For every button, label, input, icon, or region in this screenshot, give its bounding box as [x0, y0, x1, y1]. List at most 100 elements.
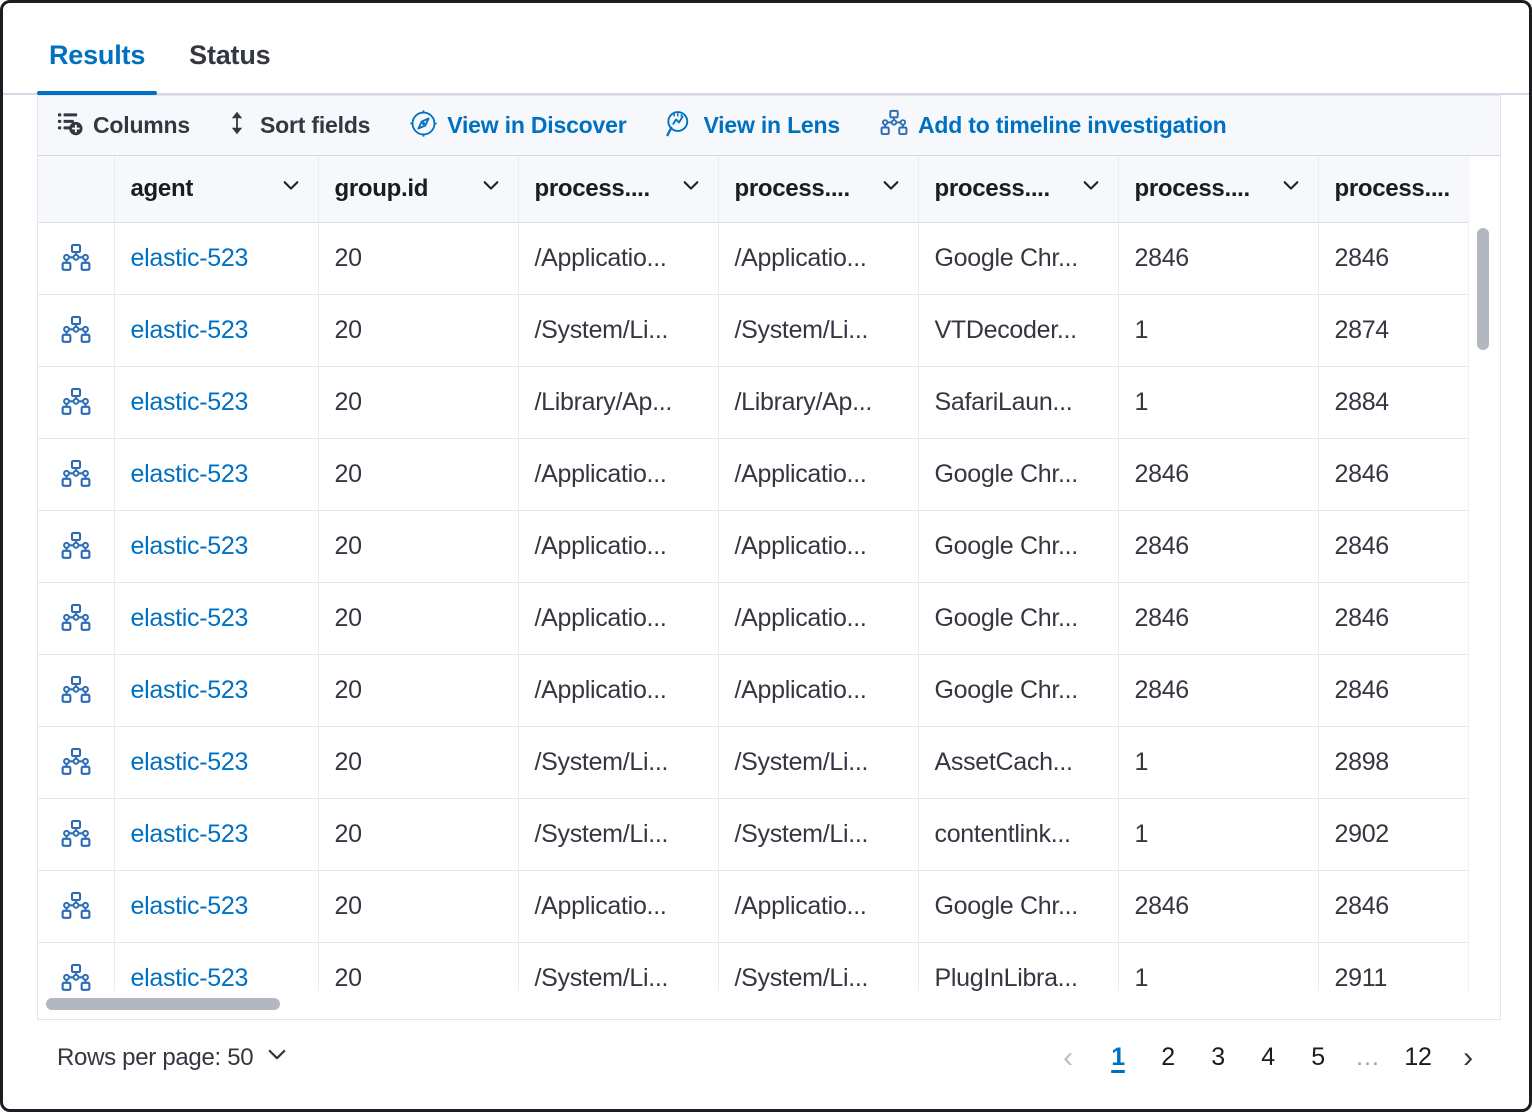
cell-process-5: 2846 — [1318, 510, 1470, 582]
cell-process-2: /System/Li... — [718, 798, 918, 870]
analyzer-node-icon[interactable] — [38, 367, 114, 438]
table-row[interactable]: elastic-52320/Applicatio.../Applicatio..… — [38, 870, 1470, 942]
cell-group-id: 20 — [318, 726, 518, 798]
analyzer-node-icon[interactable] — [38, 871, 114, 942]
cell-group-id: 20 — [318, 870, 518, 942]
analyzer-node-icon[interactable] — [38, 583, 114, 654]
row-analyzer-cell[interactable] — [38, 654, 114, 726]
cell-agent: elastic-523 — [114, 510, 318, 582]
table-row[interactable]: elastic-52320/Library/Ap.../Library/Ap..… — [38, 366, 1470, 438]
view-in-lens-button[interactable]: View in Lens — [657, 105, 849, 147]
row-analyzer-cell[interactable] — [38, 582, 114, 654]
header-process-4[interactable]: process.... — [1118, 156, 1318, 222]
cell-process-1: /System/Li... — [518, 294, 718, 366]
vertical-scrollbar-thumb[interactable] — [1477, 228, 1489, 350]
row-analyzer-cell[interactable] — [38, 510, 114, 582]
agent-link[interactable]: elastic-523 — [131, 460, 249, 488]
analyzer-node-icon[interactable] — [38, 655, 114, 726]
analyzer-node-icon[interactable] — [38, 439, 114, 510]
pagination-page-1[interactable]: 1 — [1095, 1033, 1141, 1083]
cell-process-3: SafariLaun... — [918, 366, 1118, 438]
agent-link[interactable]: elastic-523 — [131, 748, 249, 776]
cell-group-id: 20 — [318, 438, 518, 510]
header-process-3[interactable]: process.... — [918, 156, 1118, 222]
cell-process-5: 2846 — [1318, 654, 1470, 726]
cell-process-1: /Applicatio... — [518, 870, 718, 942]
cell-process-1: /Applicatio... — [518, 438, 718, 510]
cell-agent: elastic-523 — [114, 582, 318, 654]
table-row[interactable]: elastic-52320/System/Li.../System/Li...A… — [38, 726, 1470, 798]
columns-button[interactable]: Columns — [48, 105, 199, 147]
pagination-page-12[interactable]: 12 — [1395, 1033, 1441, 1083]
rows-per-page-button[interactable]: Rows per page: 50 — [49, 1036, 297, 1079]
add-to-timeline-button[interactable]: Add to timeline investigation — [871, 105, 1236, 147]
sort-fields-button[interactable]: Sort fields — [215, 105, 379, 147]
agent-link[interactable]: elastic-523 — [131, 316, 249, 344]
table-row[interactable]: elastic-52320/Applicatio.../Applicatio..… — [38, 582, 1470, 654]
horizontal-scrollbar-thumb[interactable] — [46, 998, 280, 1010]
row-analyzer-cell[interactable] — [38, 294, 114, 366]
cell-agent: elastic-523 — [114, 438, 318, 510]
header-process-1[interactable]: process.... — [518, 156, 718, 222]
cell-process-2: /Applicatio... — [718, 582, 918, 654]
agent-link[interactable]: elastic-523 — [131, 892, 249, 920]
cell-process-1: /Applicatio... — [518, 654, 718, 726]
chevron-down-icon[interactable] — [480, 174, 502, 203]
chevron-down-icon[interactable] — [680, 174, 702, 203]
chevron-down-icon[interactable] — [1280, 174, 1302, 203]
row-analyzer-cell[interactable] — [38, 870, 114, 942]
row-analyzer-cell[interactable] — [38, 726, 114, 798]
agent-link[interactable]: elastic-523 — [131, 820, 249, 848]
agent-link[interactable]: elastic-523 — [131, 388, 249, 416]
tab-bar: Results Status — [3, 3, 1532, 95]
table-row[interactable]: elastic-52320/Applicatio.../Applicatio..… — [38, 654, 1470, 726]
analyzer-node-icon[interactable] — [38, 223, 114, 294]
pagination-page-5[interactable]: 5 — [1295, 1033, 1341, 1083]
table-row[interactable]: elastic-52320/System/Li.../System/Li...c… — [38, 798, 1470, 870]
cell-process-1: /Applicatio... — [518, 582, 718, 654]
pagination-page-3[interactable]: 3 — [1195, 1033, 1241, 1083]
row-analyzer-cell[interactable] — [38, 438, 114, 510]
header-process-2[interactable]: process.... — [718, 156, 918, 222]
row-analyzer-cell[interactable] — [38, 798, 114, 870]
cell-process-3: Google Chr... — [918, 654, 1118, 726]
pagination-page-4[interactable]: 4 — [1245, 1033, 1291, 1083]
table-row[interactable]: elastic-52320/Applicatio.../Applicatio..… — [38, 222, 1470, 294]
rows-per-page-label: Rows per page: 50 — [57, 1044, 253, 1072]
analyzer-node-icon[interactable] — [38, 511, 114, 582]
cell-process-4: 2846 — [1118, 438, 1318, 510]
table-row[interactable]: elastic-52320/System/Li.../System/Li...V… — [38, 294, 1470, 366]
horizontal-scrollbar[interactable] — [37, 991, 1501, 1019]
pagination-next-button[interactable]: › — [1445, 1033, 1491, 1083]
analyzer-node-icon[interactable] — [38, 727, 114, 798]
analyzer-node-icon[interactable] — [38, 295, 114, 366]
tab-status[interactable]: Status — [177, 40, 282, 93]
header-agent[interactable]: agent — [114, 156, 318, 222]
table-row[interactable]: elastic-52320/Applicatio.../Applicatio..… — [38, 438, 1470, 510]
table-body: elastic-52320/Applicatio.../Applicatio..… — [38, 222, 1470, 1007]
pagination-prev-button[interactable]: ‹ — [1045, 1033, 1091, 1083]
chevron-down-icon[interactable] — [880, 174, 902, 203]
cell-process-2: /Applicatio... — [718, 510, 918, 582]
chevron-down-icon[interactable] — [280, 174, 302, 203]
pagination-ellipsis: … — [1345, 1033, 1391, 1083]
cell-process-5: 2902 — [1318, 798, 1470, 870]
vertical-scrollbar[interactable] — [1468, 222, 1498, 1007]
agent-link[interactable]: elastic-523 — [131, 964, 249, 992]
header-process-5[interactable]: process.... — [1318, 156, 1470, 222]
row-analyzer-cell[interactable] — [38, 366, 114, 438]
pagination-page-2[interactable]: 2 — [1145, 1033, 1191, 1083]
agent-link[interactable]: elastic-523 — [131, 244, 249, 272]
agent-link[interactable]: elastic-523 — [131, 532, 249, 560]
grid-toolbar: Columns Sort fields — [37, 95, 1501, 155]
analyzer-node-icon[interactable] — [38, 799, 114, 870]
agent-link[interactable]: elastic-523 — [131, 676, 249, 704]
view-in-discover-button[interactable]: View in Discover — [401, 105, 635, 147]
tab-results[interactable]: Results — [37, 40, 157, 93]
table-row[interactable]: elastic-52320/Applicatio.../Applicatio..… — [38, 510, 1470, 582]
header-group-id[interactable]: group.id — [318, 156, 518, 222]
cell-process-3: Google Chr... — [918, 438, 1118, 510]
agent-link[interactable]: elastic-523 — [131, 604, 249, 632]
chevron-down-icon[interactable] — [1080, 174, 1102, 203]
row-analyzer-cell[interactable] — [38, 222, 114, 294]
